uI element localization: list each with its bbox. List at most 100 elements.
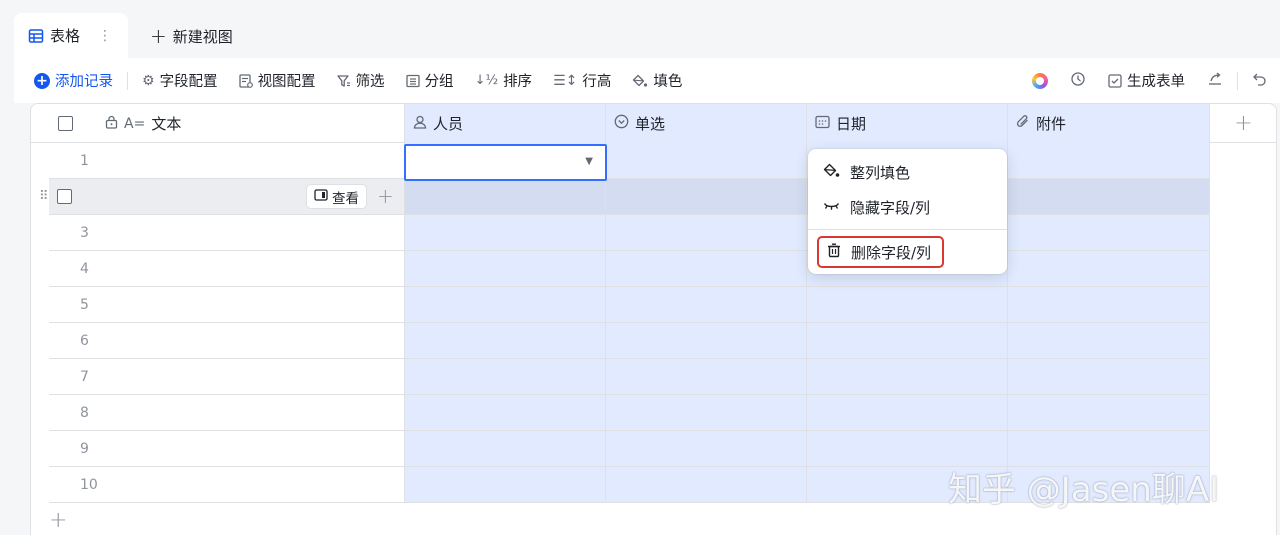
header-date-column[interactable]: 日期 [807,104,1008,143]
table-cell[interactable] [405,323,606,359]
table-cell[interactable] [807,359,1008,395]
paint-bucket-icon [632,74,648,88]
table-cell[interactable] [1008,251,1210,287]
row-number-cell[interactable]: 7 [49,359,405,395]
table-cell[interactable] [1008,323,1210,359]
toolbar: + 添加记录 ⚙ 字段配置 视图配置 筛选 分组 ↓½ 排序 ☰↕ 行高 填色 … [14,58,1280,103]
table-cell[interactable] [405,395,606,431]
history-icon[interactable] [1070,71,1086,91]
attachment-icon [1016,114,1030,133]
row-number-cell[interactable]: 1 [49,143,405,179]
table-cell[interactable] [1008,143,1210,179]
table-row[interactable]: 4 [31,251,1210,287]
header-attachment-column[interactable]: 附件 [1008,104,1210,143]
generate-form-button[interactable]: 生成表单 [1108,70,1185,91]
row-height-button[interactable]: ☰↕ 行高 [553,70,611,91]
table-row[interactable]: ⠿ 查看 + [31,179,1210,215]
menu-item-delete-field[interactable]: 删除字段/列 [817,236,944,268]
menu-item-fill-column[interactable]: 整列填色 [812,156,1003,188]
column-label: 单选 [635,115,666,133]
toolbar-divider [1237,71,1238,90]
table-cell[interactable] [1008,395,1210,431]
table-cell[interactable] [1008,179,1210,215]
menu-item-label: 隐藏字段/列 [850,198,931,217]
group-icon [405,74,420,88]
row-number-cell[interactable]: 4 [49,251,405,287]
table-row[interactable]: 6 [31,323,1210,359]
table-cell[interactable] [606,467,807,503]
table-cell[interactable] [807,395,1008,431]
table-cell[interactable] [405,359,606,395]
insert-row-icon[interactable]: + [377,184,394,208]
table-cell[interactable] [606,359,807,395]
view-config-label: 视图配置 [257,74,316,90]
table-cell[interactable] [606,287,807,323]
table-cell[interactable] [405,287,606,323]
more-vertical-icon[interactable]: ⋮ [98,28,112,44]
table-row[interactable]: 7 [31,359,1210,395]
table-cell[interactable] [606,431,807,467]
paint-bucket-icon [822,163,840,182]
sort-button[interactable]: ↓½ 排序 [475,70,533,91]
trash-icon [825,243,843,262]
table-cell[interactable] [405,251,606,287]
fill-color-button[interactable]: 填色 [632,70,682,91]
view-record-button[interactable]: 查看 [306,184,367,209]
table-cell[interactable] [405,179,606,215]
add-row-button[interactable]: + [49,508,67,533]
table-cell[interactable] [606,179,807,215]
person-cell-editor[interactable]: ▼ [404,144,607,181]
text-field-icon: A= [124,115,146,132]
header-single-select-column[interactable]: 单选 [606,104,807,143]
menu-item-hide-field[interactable]: 隐藏字段/列 [812,191,1003,223]
table-cell[interactable] [606,395,807,431]
row-checkbox[interactable] [57,189,72,204]
row-number-cell[interactable]: 5 [49,287,405,323]
table-cell[interactable] [1008,359,1210,395]
table-cell[interactable] [405,467,606,503]
drag-handle-icon[interactable]: ⠿ [39,189,48,204]
new-view-button[interactable]: + 新建视图 [150,24,233,48]
table-cell[interactable] [1008,287,1210,323]
view-settings-icon [238,73,253,88]
tab-table-view[interactable]: 表格 ⋮ [14,13,128,58]
row-height-icon: ☰↕ [553,72,578,89]
table-cell[interactable] [606,323,807,359]
group-button[interactable]: 分组 [405,70,454,91]
select-all-checkbox[interactable] [58,116,73,131]
table-row[interactable]: 3 [31,215,1210,251]
table-cell[interactable] [1008,215,1210,251]
table-cell[interactable] [606,143,807,179]
row-number-cell[interactable]: 3 [49,215,405,251]
table-cell[interactable] [405,431,606,467]
row-number: 1 [80,152,89,169]
table-cell[interactable] [405,215,606,251]
row-number: 3 [80,224,89,241]
row-number-cell[interactable]: 9 [49,431,405,467]
undo-icon[interactable] [1252,71,1268,91]
add-column-button[interactable]: + [1210,104,1276,143]
filter-button[interactable]: 筛选 [336,70,385,91]
table-cell[interactable] [807,323,1008,359]
header-text-column[interactable]: A= 文本 [31,104,405,143]
grid-icon [28,28,44,43]
add-record-button[interactable]: + 添加记录 [34,70,113,91]
header-person-column[interactable]: 人员 [405,104,606,143]
row-number-cell[interactable]: 6 [49,323,405,359]
row-number-cell[interactable]: 10 [49,467,405,503]
view-config-button[interactable]: 视图配置 [238,70,316,91]
table-cell[interactable] [606,215,807,251]
share-icon[interactable] [1207,71,1223,91]
sort-label: 排序 [503,74,533,90]
row-number-cell[interactable]: 8 [49,395,405,431]
ai-assistant-icon[interactable] [1032,72,1048,89]
single-select-icon [614,114,629,133]
table-row[interactable]: 5 [31,287,1210,323]
field-config-button[interactable]: ⚙ 字段配置 [142,70,218,91]
dropdown-caret-icon[interactable]: ▼ [585,156,593,167]
table-row[interactable]: 8 [31,395,1210,431]
table-cell[interactable] [807,287,1008,323]
lock-icon [105,115,118,133]
table-cell[interactable] [606,251,807,287]
table-row[interactable]: 1 [31,143,1210,179]
